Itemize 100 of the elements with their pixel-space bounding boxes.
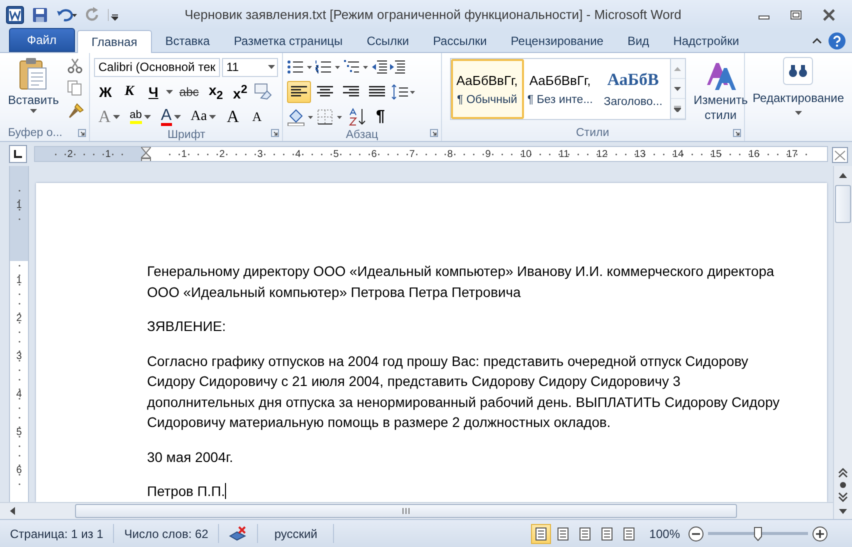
- print-layout-view-button[interactable]: [531, 524, 552, 544]
- ribbon-tab[interactable]: Надстройки: [662, 29, 750, 52]
- caret-icon: [144, 115, 151, 119]
- ribbon-tab[interactable]: Рецензирование: [500, 29, 614, 52]
- numbering-icon[interactable]: [315, 60, 342, 74]
- previous-page-icon[interactable]: [838, 468, 848, 478]
- scroll-down-icon[interactable]: [839, 509, 847, 514]
- bullets-icon[interactable]: [287, 60, 314, 74]
- shrink-button[interactable]: A: [246, 106, 268, 128]
- undo-icon[interactable]: [56, 6, 78, 22]
- caret-icon: [174, 115, 181, 119]
- ruler-number: 2: [66, 148, 74, 160]
- multilevel-list-icon[interactable]: [343, 60, 370, 74]
- help-icon[interactable]: [828, 32, 846, 50]
- italic-button[interactable]: К: [118, 81, 140, 103]
- ribbon-tab[interactable]: Рассылки: [422, 29, 498, 52]
- zoom-level[interactable]: 100%: [649, 526, 680, 540]
- script-button[interactable]: x$^{2}$: [229, 81, 252, 103]
- word-logo-icon[interactable]: [6, 6, 24, 24]
- vertical-scrollbar[interactable]: [833, 166, 852, 519]
- style-item[interactable]: АаБбВвГг, ¶ Обычный: [450, 59, 524, 119]
- horizontal-ruler[interactable]: 2 1 1 2 3 4 5 6 7 8 9 10 11 12 13 14 15 16 17: [34, 146, 828, 162]
- strike-button[interactable]: abc: [175, 81, 203, 103]
- ribbon-tab[interactable]: Ссылки: [356, 29, 420, 52]
- caret-icon: [794, 111, 802, 115]
- tab-selector-button[interactable]: [9, 145, 27, 163]
- page-counter[interactable]: Страница: 1 из 1: [0, 524, 114, 543]
- ruler-number: 1: [16, 274, 22, 286]
- script-button[interactable]: x$_{2}$: [204, 81, 228, 103]
- ribbon-tab[interactable]: Главная: [76, 30, 152, 53]
- paste-button[interactable]: Вставить: [4, 56, 63, 125]
- save-icon[interactable]: [32, 6, 48, 22]
- font-name-field[interactable]: Calibri (Основной тек: [94, 58, 220, 76]
- ruler-number: 2: [218, 148, 226, 160]
- dialog-launcher-icon[interactable]: [430, 129, 438, 137]
- close-icon[interactable]: [822, 8, 836, 20]
- dialog-launcher-icon[interactable]: [732, 129, 741, 137]
- up-arrow-icon: [674, 66, 682, 70]
- underline-button[interactable]: Ч: [142, 81, 164, 103]
- maximize-icon[interactable]: [790, 8, 802, 20]
- zoom-in-icon[interactable]: [812, 526, 828, 542]
- format-painter-icon[interactable]: [66, 102, 85, 120]
- customize-toolbar-icon[interactable]: [108, 6, 118, 22]
- ruler-number: 5: [332, 148, 340, 160]
- scroll-up-icon[interactable]: [839, 173, 847, 178]
- grow-button[interactable]: A: [222, 106, 244, 128]
- align-left-button[interactable]: [287, 81, 312, 103]
- ruler-number: 3: [256, 148, 264, 160]
- ruler-number: 12: [595, 148, 609, 160]
- paragraph: ЗЯВЛЕНИЕ:: [147, 317, 227, 336]
- ribbon-tab[interactable]: Вид: [616, 29, 660, 52]
- scrollbar-thumb[interactable]: [835, 185, 851, 223]
- copy-icon[interactable]: [66, 80, 83, 96]
- gallery-more-button[interactable]: [670, 99, 685, 119]
- highlight-button[interactable]: ab: [126, 106, 155, 128]
- indent-marker-icon[interactable]: [141, 147, 151, 161]
- bold-button[interactable]: Ж: [94, 81, 116, 103]
- ruler-number: 1: [104, 148, 112, 160]
- dialog-launcher-icon[interactable]: [78, 129, 86, 137]
- line-spacing-icon[interactable]: [391, 84, 416, 100]
- caret-icon: [166, 90, 174, 94]
- word-count[interactable]: Число слов: 62: [114, 524, 220, 543]
- gallery-down-button[interactable]: [670, 79, 685, 99]
- ruler-number: 14: [671, 148, 685, 160]
- align-icon: [291, 86, 308, 98]
- sort-icon[interactable]: [347, 108, 368, 126]
- browse-object-icon[interactable]: [838, 480, 848, 490]
- language-indicator[interactable]: русский: [258, 524, 334, 543]
- group-label: Абзац: [346, 128, 378, 140]
- ruler-number: 9: [484, 148, 492, 160]
- proofing-icon[interactable]: [229, 526, 248, 542]
- zoom-out-icon[interactable]: [688, 526, 704, 542]
- vertical-ruler[interactable]: 1 1 2 3 4 5 6: [9, 166, 29, 502]
- style-item[interactable]: АаБбВвГг, ¶ Без инте...: [524, 59, 597, 119]
- decrease-indent-icon[interactable]: [371, 60, 388, 74]
- increase-indent-icon[interactable]: [389, 60, 406, 74]
- style-item[interactable]: АаБбВ Заголово...: [596, 59, 670, 119]
- zoom-slider-thumb[interactable]: [754, 526, 762, 540]
- left-tab-icon: [14, 150, 22, 158]
- horizontal-scrollbar[interactable]: [0, 502, 833, 519]
- effects-button[interactable]: A: [94, 106, 124, 128]
- font-size-field[interactable]: 11: [222, 58, 278, 76]
- scroll-left-icon[interactable]: [9, 507, 15, 515]
- case-button[interactable]: Aa: [186, 106, 220, 128]
- page-icon: [578, 526, 592, 540]
- next-page-icon[interactable]: [838, 492, 848, 502]
- dialog-launcher-icon[interactable]: [271, 129, 280, 137]
- scrollbar-thumb[interactable]: [75, 504, 737, 518]
- view-ruler-icon[interactable]: [832, 145, 848, 163]
- ribbon-tab[interactable]: Вставка: [154, 29, 221, 52]
- collapse-ribbon-icon[interactable]: [812, 36, 822, 44]
- ruler-number: 5: [16, 426, 22, 438]
- show-formatting-button[interactable]: ¶: [369, 106, 392, 128]
- color-button[interactable]: A: [156, 106, 185, 128]
- shading-icon[interactable]: [287, 108, 316, 126]
- cut-icon[interactable]: [66, 58, 83, 74]
- clear-formatting-icon[interactable]: [253, 83, 274, 101]
- grip-icon: [402, 508, 410, 514]
- file-tab[interactable]: Файл: [9, 28, 75, 52]
- ribbon-tab[interactable]: Разметка страницы: [222, 29, 354, 52]
